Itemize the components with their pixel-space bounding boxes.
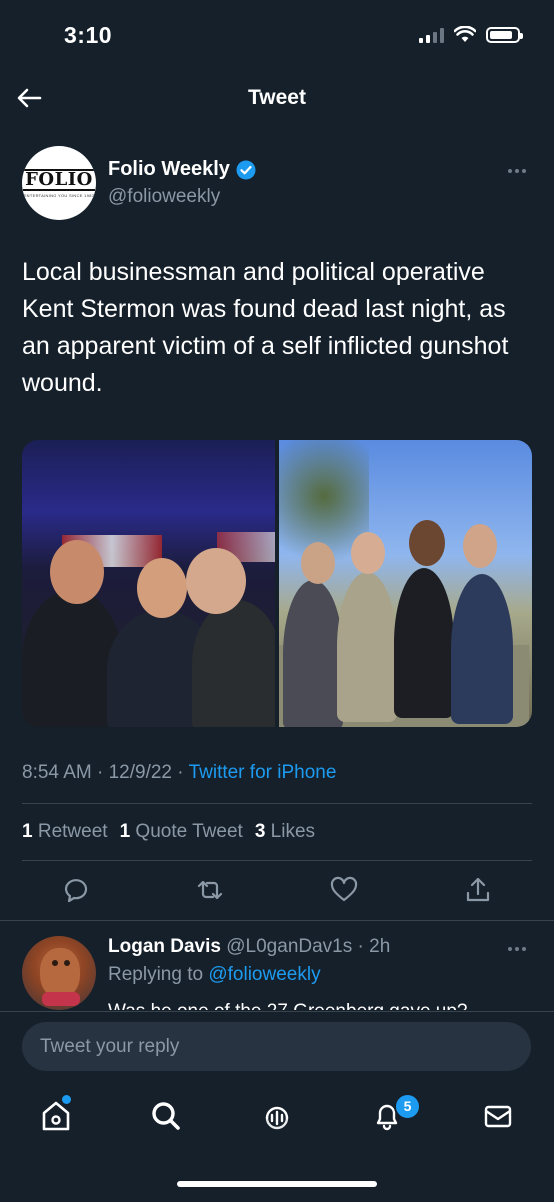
tweet-source[interactable]: Twitter for iPhone [189,762,337,783]
like-heart-icon[interactable] [328,874,360,906]
notifications-badge: 5 [394,1093,421,1120]
reply-author-handle[interactable]: @L0ganDav1s [226,936,352,957]
cellular-signal-icon [419,27,444,43]
separator-dot: · [177,762,184,783]
reply-more-options-icon[interactable] [506,938,528,960]
reply-header[interactable]: Logan Davis @L0ganDav1s · 2h [108,936,390,958]
separator-dot: · [97,762,104,783]
reply-input[interactable]: Tweet your reply [22,1022,531,1071]
header-title: Tweet [248,86,306,109]
search-icon[interactable] [148,1098,184,1134]
engagement-stats: 1 Retweet 1 Quote Tweet 3 Likes [22,821,315,843]
reply-author-name[interactable]: Logan Davis [108,936,221,957]
replying-to-handle[interactable]: @folioweekly [208,964,320,985]
retweets-stat[interactable]: 1 Retweet [22,821,108,843]
reply-time: 2h [369,936,391,957]
spaces-icon[interactable] [259,1098,295,1134]
status-icons [419,26,523,43]
likes-stat[interactable]: 3 Likes [255,821,315,843]
author-avatar[interactable]: FOLIO ENTERTAINING YOU SINCE 1987 [22,146,96,220]
quote-tweets-stat[interactable]: 1 Quote Tweet [120,821,243,843]
author-name-row[interactable]: Folio Weekly [108,158,256,181]
separator-dot: · [352,936,370,957]
author-name[interactable]: Folio Weekly [108,158,230,181]
status-time: 3:10 [64,22,113,48]
home-unread-dot [62,1095,71,1104]
tweet-actions [60,874,494,906]
reply-author-avatar[interactable] [22,936,96,1010]
messages-envelope-icon[interactable] [480,1098,516,1134]
verified-badge-icon [236,160,256,179]
home-indicator[interactable] [177,1181,377,1187]
tweet-time: 8:54 AM [22,762,92,783]
retweet-icon[interactable] [194,874,226,906]
share-icon[interactable] [462,874,494,906]
replying-to: Replying to @folioweekly [108,964,321,986]
wifi-icon [454,26,476,42]
tweet-text: Local businessman and political operativ… [22,258,509,397]
reply-icon[interactable] [60,874,92,906]
media-photo-1[interactable] [22,440,275,727]
avatar-logo: FOLIO [23,168,95,191]
divider [22,803,532,804]
author-handle[interactable]: @folioweekly [108,186,220,208]
tweet-date: 12/9/22 [108,762,173,783]
divider [0,920,554,921]
avatar-tagline: ENTERTAINING YOU SINCE 1987 [23,192,95,198]
reply-text: Was he one of the 27 Greenberg gave up? [108,997,468,1010]
tweet-timestamp: 8:54 AM · 12/9/22 · Twitter for iPhone [22,762,336,784]
battery-icon [486,26,523,43]
divider [22,860,532,861]
replying-prefix: Replying to [108,964,204,985]
tweet-media[interactable] [22,440,532,727]
media-photo-2[interactable] [279,440,532,727]
more-options-icon[interactable] [506,160,528,182]
